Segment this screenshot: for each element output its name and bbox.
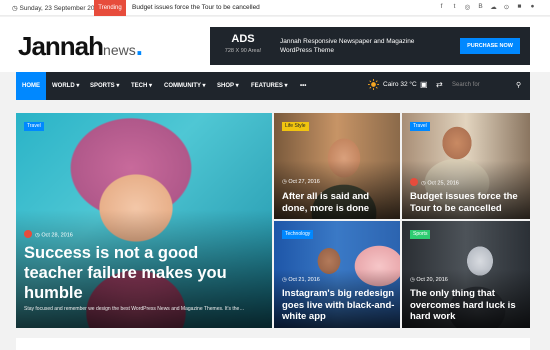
search-input[interactable]: Search for (452, 82, 480, 88)
post-title[interactable]: Budget issues force the Tour to be cance… (410, 191, 526, 214)
top-bar: ◷ Sunday, 23 September 2018 Trending Bud… (0, 0, 550, 16)
featured-date-text: Oct 28, 2016 (41, 232, 73, 239)
post-card[interactable]: Life Style ◷ Oct 27, 2016 After all is s… (274, 113, 400, 219)
ad-title: ADS (231, 33, 255, 45)
post-date-text: Oct 21, 2016 (288, 277, 320, 283)
category-tag[interactable]: Technology (282, 230, 314, 239)
trending-icon (24, 230, 32, 238)
logo-main-text: Jannah (18, 31, 104, 61)
nav-item-tech[interactable]: TECH ▾ (131, 72, 152, 100)
weather-widget[interactable]: Cairo 32 °C (383, 81, 417, 88)
post-date: ◷ Oct 20, 2016 (410, 277, 448, 283)
category-tag[interactable]: Sports (410, 230, 431, 239)
trending-ticker-link[interactable]: Budget issues force the Tour to be cance… (132, 4, 260, 11)
post-card[interactable]: Travel ◷ Oct 25, 2016 Budget issues forc… (402, 113, 530, 219)
ad-size: 728 X 90 Area! (224, 48, 262, 54)
user-icon[interactable]: ● (529, 3, 536, 11)
featured-excerpt: Stay focused and remember we design the … (24, 306, 245, 312)
search-icon[interactable]: ⚲ (516, 81, 521, 89)
post-title[interactable]: The only thing that overcomes hard luck … (410, 288, 528, 323)
ad-text: Jannah Responsive Newspaper and Magazine… (280, 38, 415, 54)
facebook-icon[interactable]: f (438, 3, 445, 11)
nav-item-home[interactable]: HOME (16, 72, 46, 100)
behance-icon[interactable]: B (477, 3, 484, 11)
post-title[interactable]: After all is said and done, more is done (282, 191, 394, 214)
sun-icon (368, 79, 379, 90)
site-header: Jannahnews. ADS 728 X 90 Area! Jannah Re… (0, 17, 550, 72)
post-date: ◷ Oct 27, 2016 (282, 179, 320, 185)
post-date-text: Oct 20, 2016 (416, 277, 448, 283)
rss-icon[interactable]: ⊙ (503, 3, 510, 11)
post-date: ◷ Oct 25, 2016 (410, 178, 459, 187)
nav-item-more[interactable]: ••• (300, 72, 306, 100)
social-icons: f t ◎ B ☁ ⊙ ■ ● (438, 3, 536, 11)
nav-item-features[interactable]: FEATURES ▾ (251, 72, 288, 100)
featured-category-tag[interactable]: Travel (24, 122, 44, 131)
category-tag[interactable]: Life Style (282, 122, 309, 131)
logo-sub-text: news (103, 42, 136, 58)
logo-dot: . (135, 31, 143, 61)
post-card[interactable]: Sports ◷ Oct 20, 2016 The only thing tha… (402, 221, 530, 328)
post-date: ◷ Oct 21, 2016 (282, 277, 320, 283)
category-tag[interactable]: Travel (410, 122, 430, 131)
date-text: Sunday, 23 September 2018 (19, 5, 102, 12)
dribbble-icon[interactable]: ◎ (464, 3, 471, 11)
post-card[interactable]: Technology ◷ Oct 21, 2016 Instagram's bi… (274, 221, 400, 328)
soundcloud-icon[interactable]: ☁ (490, 3, 497, 11)
featured-title[interactable]: Success is not a good teacher failure ma… (24, 243, 254, 303)
twitter-icon[interactable]: t (451, 3, 458, 11)
main-nav: HOME WORLD ▾ SPORTS ▾ TECH ▾ COMMUNITY ▾… (16, 72, 530, 100)
nav-item-community[interactable]: COMMUNITY ▾ (164, 72, 206, 100)
current-date: ◷ Sunday, 23 September 2018 (12, 5, 102, 12)
post-title[interactable]: Instagram's big redesign goes live with … (282, 288, 398, 323)
trending-badge[interactable]: Trending (94, 0, 126, 16)
post-date-text: Oct 25, 2016 (427, 180, 459, 187)
nav-item-shop[interactable]: SHOP ▾ (217, 72, 239, 100)
shopping-bag-icon[interactable]: ▣ (420, 80, 428, 89)
trending-icon (410, 178, 418, 186)
nav-item-world[interactable]: WORLD ▾ (52, 72, 79, 100)
site-logo[interactable]: Jannahnews. (18, 31, 143, 62)
purchase-now-button[interactable]: PURCHASE NOW (460, 38, 520, 54)
shuffle-icon[interactable]: ⇄ (436, 80, 443, 89)
ad-banner[interactable]: ADS 728 X 90 Area! Jannah Responsive New… (210, 27, 530, 65)
nav-item-sports[interactable]: SPORTS ▾ (90, 72, 119, 100)
post-date-text: Oct 27, 2016 (288, 179, 320, 185)
featured-date: ◷ Oct 28, 2016 (24, 230, 73, 239)
lock-icon[interactable]: ■ (516, 3, 523, 11)
content-section-start (16, 338, 530, 350)
